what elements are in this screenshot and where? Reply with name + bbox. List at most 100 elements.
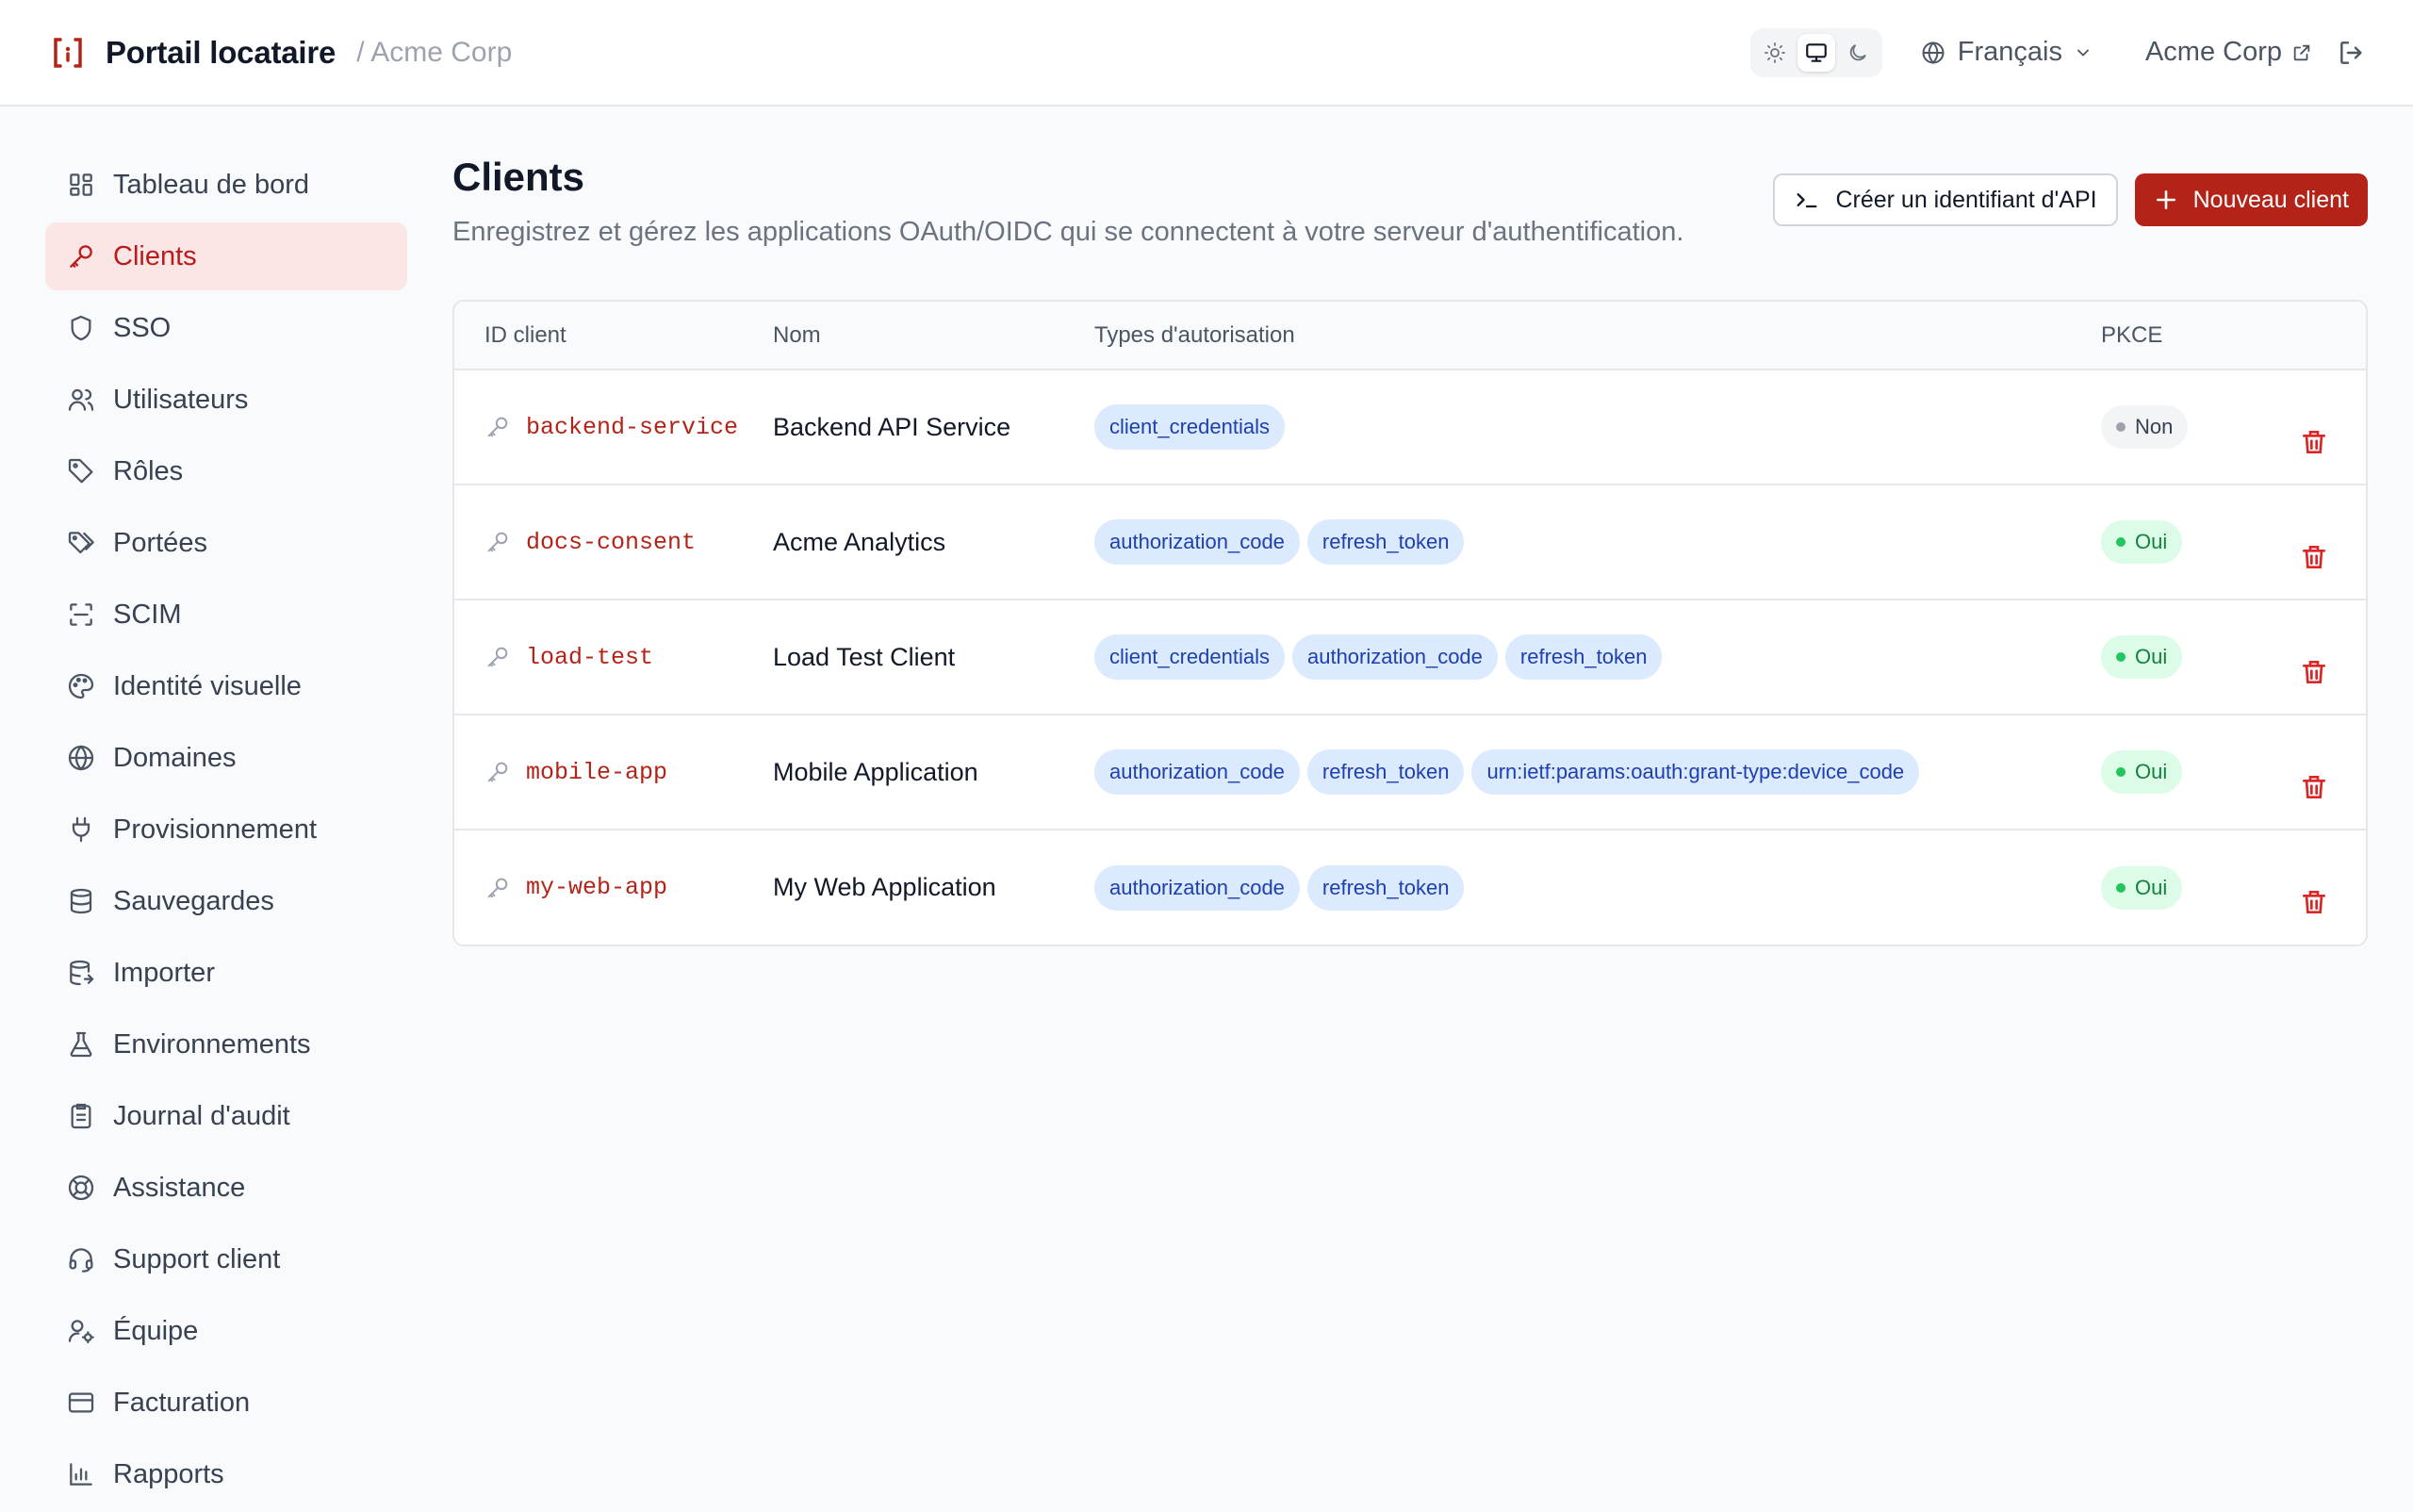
sidebar-item-assistance[interactable]: Assistance — [45, 1154, 407, 1222]
sidebar: Tableau de bord Clients SSO Utilisateurs… — [45, 151, 407, 1512]
grant-type-badge: authorization_code — [1094, 864, 1300, 911]
flask-icon — [66, 1029, 96, 1060]
page-header: Clients Enregistrez et gérez les applica… — [452, 151, 2368, 281]
client-name: My Web Application — [773, 873, 996, 901]
pkce-status-badge: Oui — [2101, 750, 2183, 794]
column-header-pkce: PKCE — [2101, 302, 2299, 370]
pkce-status-label: Non — [2135, 415, 2174, 438]
sidebar-item-branding[interactable]: Identité visuelle — [45, 652, 407, 720]
sidebar-item-users[interactable]: Utilisateurs — [45, 366, 407, 434]
client-name: Load Test Client — [773, 600, 1094, 715]
sidebar-item-label: Portées — [113, 527, 207, 558]
pkce-status-label: Oui — [2135, 530, 2168, 553]
sidebar-item-reports[interactable]: Rapports — [45, 1440, 407, 1508]
status-dot — [2116, 882, 2126, 893]
sidebar-item-label: Clients — [113, 240, 197, 271]
sidebar-item-label: SCIM — [113, 599, 182, 630]
key-icon — [484, 644, 511, 670]
sidebar-item-label: Environnements — [113, 1028, 311, 1060]
pkce-status-badge: Oui — [2101, 865, 2183, 910]
create-api-credential-label: Créer un identifiant d'API — [1835, 186, 2097, 213]
grant-type-badge: urn:ietf:params:oauth:grant-type:device_… — [1471, 749, 1920, 795]
globe-icon — [1920, 40, 1946, 66]
dashboard-icon — [66, 170, 96, 200]
sidebar-item-audit-log[interactable]: Journal d'audit — [45, 1082, 407, 1150]
sidebar-item-label: Journal d'audit — [113, 1100, 290, 1131]
table-row[interactable]: my-web-app My Web Application authorizat… — [454, 830, 2366, 945]
table-row[interactable]: mobile-app Mobile Application authorizat… — [454, 715, 2366, 830]
trash-icon[interactable] — [2299, 542, 2366, 572]
logout-icon[interactable] — [2337, 38, 2367, 68]
sidebar-item-sso[interactable]: SSO — [45, 294, 407, 362]
moon-icon[interactable] — [1839, 34, 1877, 72]
grant-type-badge: refresh_token — [1306, 749, 1465, 795]
new-client-button[interactable]: Nouveau client — [2134, 173, 2368, 226]
brand-logo-icon — [49, 34, 87, 72]
grant-type-badge: authorization_code — [1291, 634, 1498, 680]
user-cog-icon — [66, 1316, 96, 1346]
tag-icon — [66, 456, 96, 486]
sidebar-item-label: Tableau de bord — [113, 169, 309, 200]
sidebar-item-billing[interactable]: Facturation — [45, 1369, 407, 1437]
plug-icon — [66, 814, 96, 845]
sidebar-item-label: Facturation — [113, 1387, 251, 1418]
sidebar-item-label: Domaines — [113, 742, 237, 773]
trash-icon[interactable] — [2299, 887, 2366, 917]
sidebar-item-environments[interactable]: Environnements — [45, 1011, 407, 1078]
table-row[interactable]: backend-service Backend API Service clie… — [454, 370, 2366, 485]
client-id[interactable]: load-test — [526, 644, 653, 671]
tenant-link[interactable]: Acme Corp — [2145, 37, 2312, 68]
sidebar-item-backups[interactable]: Sauvegardes — [45, 867, 407, 935]
new-client-label: Nouveau client — [2192, 186, 2349, 213]
sidebar-item-label: Rôles — [113, 455, 184, 486]
column-header-grant-types: Types d'autorisation — [1094, 302, 2101, 370]
sidebar-item-label: Sauvegardes — [113, 885, 274, 916]
sidebar-item-clients[interactable]: Clients — [45, 222, 407, 290]
trash-icon[interactable] — [2299, 427, 2366, 457]
key-icon — [484, 759, 511, 785]
table-row[interactable]: load-test Load Test Client client_creden… — [454, 600, 2366, 715]
sidebar-item-scopes[interactable]: Portées — [45, 509, 407, 577]
sidebar-item-team[interactable]: Équipe — [45, 1297, 407, 1365]
status-dot — [2116, 537, 2126, 547]
grant-type-badge: client_credentials — [1094, 404, 1285, 450]
tags-icon — [66, 528, 96, 558]
language-selector[interactable]: Français — [1920, 37, 2093, 68]
create-api-credential-button[interactable]: Créer un identifiant d'API — [1773, 173, 2118, 226]
key-icon — [484, 529, 511, 555]
sidebar-item-label: Provisionnement — [113, 814, 317, 845]
trash-icon[interactable] — [2299, 657, 2366, 687]
client-id[interactable]: docs-consent — [526, 529, 696, 556]
sun-icon[interactable] — [1756, 34, 1794, 72]
sidebar-item-roles[interactable]: Rôles — [45, 437, 407, 505]
trash-icon[interactable] — [2299, 772, 2366, 802]
table-row[interactable]: docs-consent Acme Analytics authorizatio… — [454, 485, 2366, 600]
monitor-icon[interactable] — [1797, 33, 1835, 72]
status-dot — [2116, 767, 2126, 777]
globe-icon — [66, 743, 96, 773]
client-id[interactable]: backend-service — [526, 414, 738, 441]
language-label: Français — [1957, 37, 2062, 67]
sidebar-item-domains[interactable]: Domaines — [45, 724, 407, 792]
page-subtitle: Enregistrez et gérez les applications OA… — [452, 217, 1684, 247]
client-id[interactable]: my-web-app — [526, 874, 667, 901]
credit-card-icon — [66, 1388, 96, 1418]
clients-table: ID client Nom Types d'autorisation PKCE … — [452, 300, 2368, 946]
sidebar-item-label: Équipe — [113, 1315, 199, 1346]
column-header-name: Nom — [773, 302, 1094, 370]
grant-type-badge: client_credentials — [1094, 634, 1285, 680]
sidebar-item-dashboard[interactable]: Tableau de bord — [45, 151, 407, 219]
terminal-icon — [1794, 187, 1820, 213]
client-id[interactable]: mobile-app — [526, 759, 667, 786]
sidebar-item-scim[interactable]: SCIM — [45, 581, 407, 649]
users-icon — [66, 385, 96, 415]
main-content: Clients Enregistrez et gérez les applica… — [452, 151, 2368, 946]
app-title[interactable]: Portail locataire — [106, 35, 336, 71]
column-header-client-id: ID client — [454, 302, 773, 370]
grant-type-badge: refresh_token — [1504, 634, 1663, 680]
sidebar-item-label: SSO — [113, 312, 172, 343]
scan-icon — [66, 600, 96, 630]
sidebar-item-import[interactable]: Importer — [45, 939, 407, 1007]
sidebar-item-customer-support[interactable]: Support client — [45, 1225, 407, 1293]
sidebar-item-provisioning[interactable]: Provisionnement — [45, 796, 407, 863]
